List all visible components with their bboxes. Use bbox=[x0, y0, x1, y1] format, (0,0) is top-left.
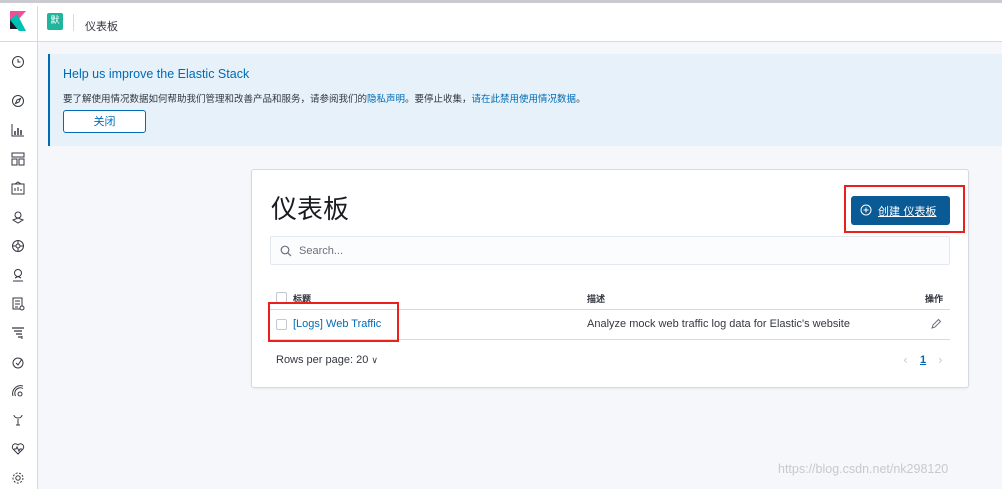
rows-per-page-select[interactable]: Rows per page: 20 ∨ bbox=[276, 354, 378, 366]
ml-icon[interactable] bbox=[11, 239, 25, 253]
page-title: 仪表板 bbox=[271, 195, 350, 225]
breadcrumb: 仪表板 bbox=[85, 20, 118, 33]
callout-title: Help us improve the Elastic Stack bbox=[63, 67, 250, 81]
highlight-box-create-button bbox=[844, 185, 965, 233]
column-header-description: 描述 bbox=[587, 295, 606, 305]
column-header-actions: 操作 bbox=[925, 295, 944, 305]
watermark: https://blog.csdn.net/nk298120 bbox=[778, 462, 949, 476]
pager-previous-icon[interactable]: ‹ bbox=[903, 353, 908, 367]
highlight-box-dashboard-link bbox=[268, 302, 399, 342]
breadcrumb-divider bbox=[73, 14, 74, 31]
callout-text: 要了解使用情况数据如何帮助我们管理和改善产品和服务，请参阅我们的隐私声明。要停止… bbox=[63, 94, 586, 105]
discover-icon[interactable] bbox=[11, 94, 25, 108]
telemetry-callout: Help us improve the Elastic Stack 要了解使用情… bbox=[48, 54, 1002, 146]
pencil-icon[interactable] bbox=[930, 318, 942, 330]
search-icon bbox=[280, 245, 292, 257]
privacy-link[interactable]: 隐私声明 bbox=[367, 94, 405, 105]
search-input[interactable] bbox=[299, 241, 939, 261]
pager-page-1[interactable]: 1 bbox=[920, 354, 926, 366]
apm-icon[interactable] bbox=[11, 326, 25, 340]
kibana-logo-icon[interactable] bbox=[10, 11, 26, 31]
monitoring-icon[interactable] bbox=[11, 442, 25, 456]
infrastructure-icon[interactable] bbox=[11, 268, 25, 282]
dev-tools-icon[interactable] bbox=[11, 413, 25, 427]
pager-next-icon[interactable]: › bbox=[938, 353, 943, 367]
dashboard-description: Analyze mock web traffic log data for El… bbox=[587, 318, 850, 330]
side-nav bbox=[0, 42, 38, 489]
space-avatar[interactable]: 默 bbox=[47, 13, 63, 30]
canvas-icon[interactable] bbox=[11, 181, 25, 195]
disable-telemetry-link[interactable]: 请在此禁用使用情况数据 bbox=[472, 94, 577, 105]
uptime-icon[interactable] bbox=[11, 355, 25, 369]
management-icon[interactable] bbox=[11, 471, 25, 485]
chevron-down-icon: ∨ bbox=[371, 355, 378, 365]
close-button[interactable]: 关闭 bbox=[63, 110, 146, 133]
maps-icon[interactable] bbox=[11, 210, 25, 224]
siem-icon[interactable] bbox=[11, 384, 25, 398]
search-bar bbox=[270, 236, 950, 265]
dashboard-icon[interactable] bbox=[11, 152, 25, 166]
logs-icon[interactable] bbox=[11, 297, 25, 311]
visualize-icon[interactable] bbox=[11, 123, 25, 137]
clock-icon[interactable] bbox=[11, 55, 25, 69]
logo-divider bbox=[37, 6, 38, 44]
top-header: 默 仪表板 bbox=[0, 0, 1002, 44]
